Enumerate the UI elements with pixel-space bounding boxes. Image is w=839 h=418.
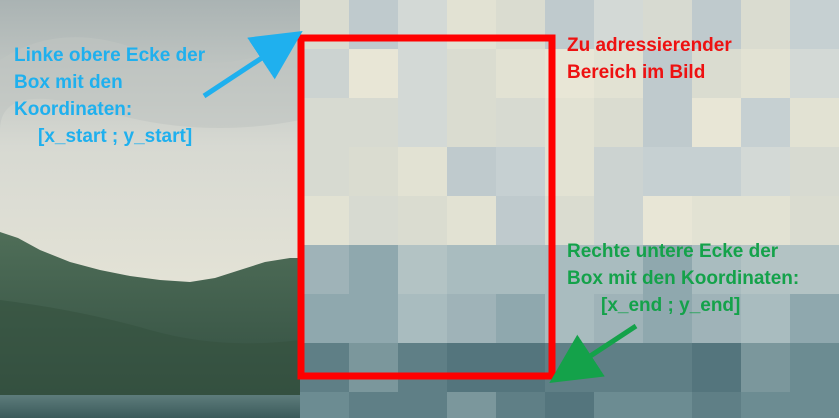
region-label-line: Bereich im Bild [567, 62, 706, 83]
top-left-label-line: Box mit den [14, 72, 123, 93]
region-label: Zu adressierender Bereich im Bild [567, 32, 827, 86]
bottom-right-coordinates: [x_end ; y_end] [601, 295, 741, 316]
top-left-corner-label: Linke obere Ecke der Box mit den Koordin… [14, 42, 274, 150]
top-left-label-line: Linke obere Ecke der [14, 45, 206, 66]
bottom-right-corner-label: Rechte untere Ecke der Box mit den Koord… [567, 238, 837, 319]
top-left-coordinates: [x_start ; y_start] [38, 126, 193, 147]
top-left-label-line: Koordinaten: [14, 99, 133, 120]
region-label-line: Zu adressierender [567, 35, 732, 56]
region-box [297, 34, 556, 380]
bottom-right-arrow [549, 323, 638, 383]
bottom-right-label-line: Rechte untere Ecke der [567, 241, 779, 262]
bottom-right-label-line: Box mit den Koordinaten: [567, 268, 800, 289]
